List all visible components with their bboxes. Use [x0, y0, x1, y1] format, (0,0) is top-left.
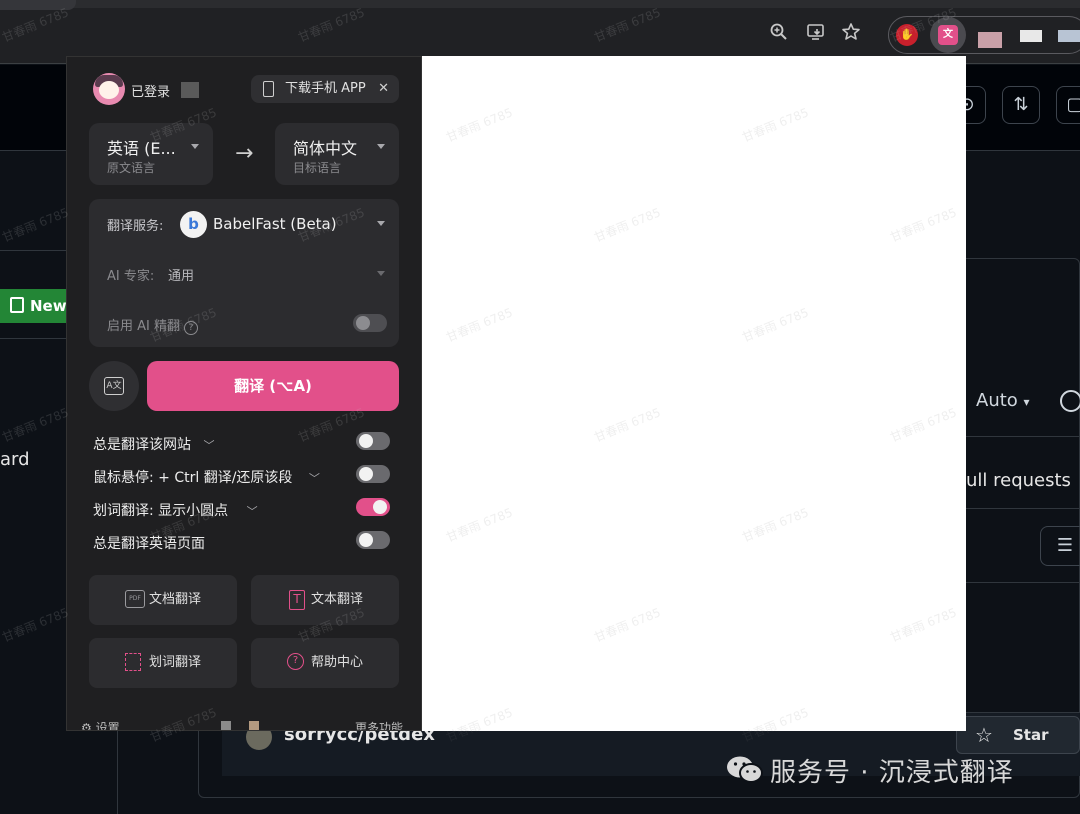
target-language-name: 简体中文	[293, 139, 358, 158]
document-translate-button[interactable]: PDF 文档翻译	[89, 575, 237, 625]
blurred-element	[249, 721, 259, 730]
immersive-translate-popup: 已登录 下载手机 APP ✕ 英语 (E... 原文语言 → 简体中文 目标语言…	[66, 56, 422, 731]
toggle-selection-translate[interactable]	[356, 498, 390, 516]
caret-down-icon[interactable]	[377, 271, 385, 276]
caret-down-icon	[377, 144, 385, 149]
target-language-select[interactable]: 简体中文 目标语言	[275, 123, 399, 185]
caret-down-icon: ▾	[1023, 395, 1030, 409]
blurred-extension[interactable]	[1020, 30, 1042, 42]
settings-link[interactable]: ⚙ 设置	[81, 719, 120, 731]
chevron-down-icon[interactable]: ﹀	[203, 439, 214, 452]
divider	[966, 436, 1080, 437]
option-selection-translate[interactable]: 划词翻译: 显示小圆点 ﹀	[93, 500, 258, 520]
translate-icon: 文	[938, 25, 958, 45]
download-app-button[interactable]: 下载手机 APP ✕	[251, 75, 399, 103]
toggle-always-translate-site[interactable]	[356, 432, 390, 450]
text-icon: T	[289, 590, 305, 610]
selection-translate-button[interactable]: 划词翻译	[89, 638, 237, 688]
target-language-caption: 目标语言	[293, 161, 342, 175]
ai-expert-select[interactable]: 通用	[168, 265, 194, 284]
pull-requests-label[interactable]: ull requests	[966, 470, 1071, 491]
toggle-hover-translate[interactable]	[356, 465, 390, 483]
wechat-watermark: 服务号 · 沉浸式翻译	[726, 752, 1014, 789]
phone-icon	[263, 81, 274, 97]
ai-refine-toggle[interactable]	[353, 314, 387, 332]
option-always-translate-site[interactable]: 总是翻译该网站 ﹀	[93, 434, 214, 454]
tab-strip	[0, 0, 1080, 8]
repo-icon	[10, 297, 24, 313]
option-hover-translate[interactable]: 鼠标悬停: + Ctrl 翻译/还原该段 ﹀	[93, 467, 320, 487]
chevron-down-icon[interactable]: ﹀	[309, 472, 320, 485]
zoom-in-icon[interactable]	[767, 22, 791, 46]
translate-icon: A文	[104, 377, 124, 395]
gear-icon: ⚙	[81, 721, 92, 731]
avatar-face	[99, 81, 119, 99]
star-outline-icon[interactable]	[839, 22, 863, 46]
wechat-icon	[727, 756, 763, 783]
blurred-element	[221, 721, 231, 730]
babelfast-logo-icon: b	[180, 211, 207, 238]
ai-expert-label: AI 专家:	[107, 269, 155, 284]
gauge-icon[interactable]	[1060, 390, 1080, 412]
arrow-right-icon: →	[235, 141, 254, 166]
sidebar-text-fragment: ard	[0, 449, 30, 470]
blurred-extension[interactable]	[1058, 30, 1080, 42]
toggle-knob	[356, 316, 370, 330]
filter-icon[interactable]: ☰	[1040, 526, 1080, 566]
toggle-knob	[359, 434, 373, 448]
pull-request-icon[interactable]: ⇅	[1002, 86, 1040, 124]
login-status: 已登录	[131, 85, 171, 100]
toggle-knob	[373, 500, 387, 514]
caret-down-icon	[191, 144, 199, 149]
caret-down-icon[interactable]	[377, 221, 385, 226]
toggle-knob	[359, 467, 373, 481]
translate-button[interactable]: 翻译 (⌥A)	[147, 361, 399, 411]
divider	[966, 582, 1080, 583]
auto-dropdown[interactable]: Auto ▾	[976, 390, 1030, 411]
toggle-knob	[359, 533, 373, 547]
install-app-icon[interactable]	[804, 22, 828, 46]
divider	[966, 508, 1080, 509]
translate-mode-button[interactable]: A文	[89, 361, 139, 411]
toggle-always-translate-english[interactable]	[356, 531, 390, 549]
chevron-down-icon[interactable]: ﹀	[247, 505, 258, 518]
star-button[interactable]: ☆ Star	[956, 716, 1080, 754]
inbox-icon[interactable]: ▢	[1056, 86, 1080, 124]
selection-icon	[125, 653, 141, 671]
service-label: 翻译服务:	[107, 219, 164, 234]
more-features-link[interactable]: 更多功能	[355, 719, 403, 730]
blank-preview-panel	[420, 56, 966, 731]
star-icon: ☆	[975, 723, 993, 747]
avatar[interactable]	[93, 73, 125, 105]
source-language-caption: 原文语言	[107, 161, 156, 175]
help-center-button[interactable]: ? 帮助中心	[251, 638, 399, 688]
help-icon: ?	[287, 653, 304, 670]
close-icon[interactable]: ✕	[378, 75, 389, 103]
blurred-username	[181, 82, 199, 98]
blurred-extension[interactable]	[978, 32, 1002, 48]
pdf-icon: PDF	[125, 590, 145, 608]
